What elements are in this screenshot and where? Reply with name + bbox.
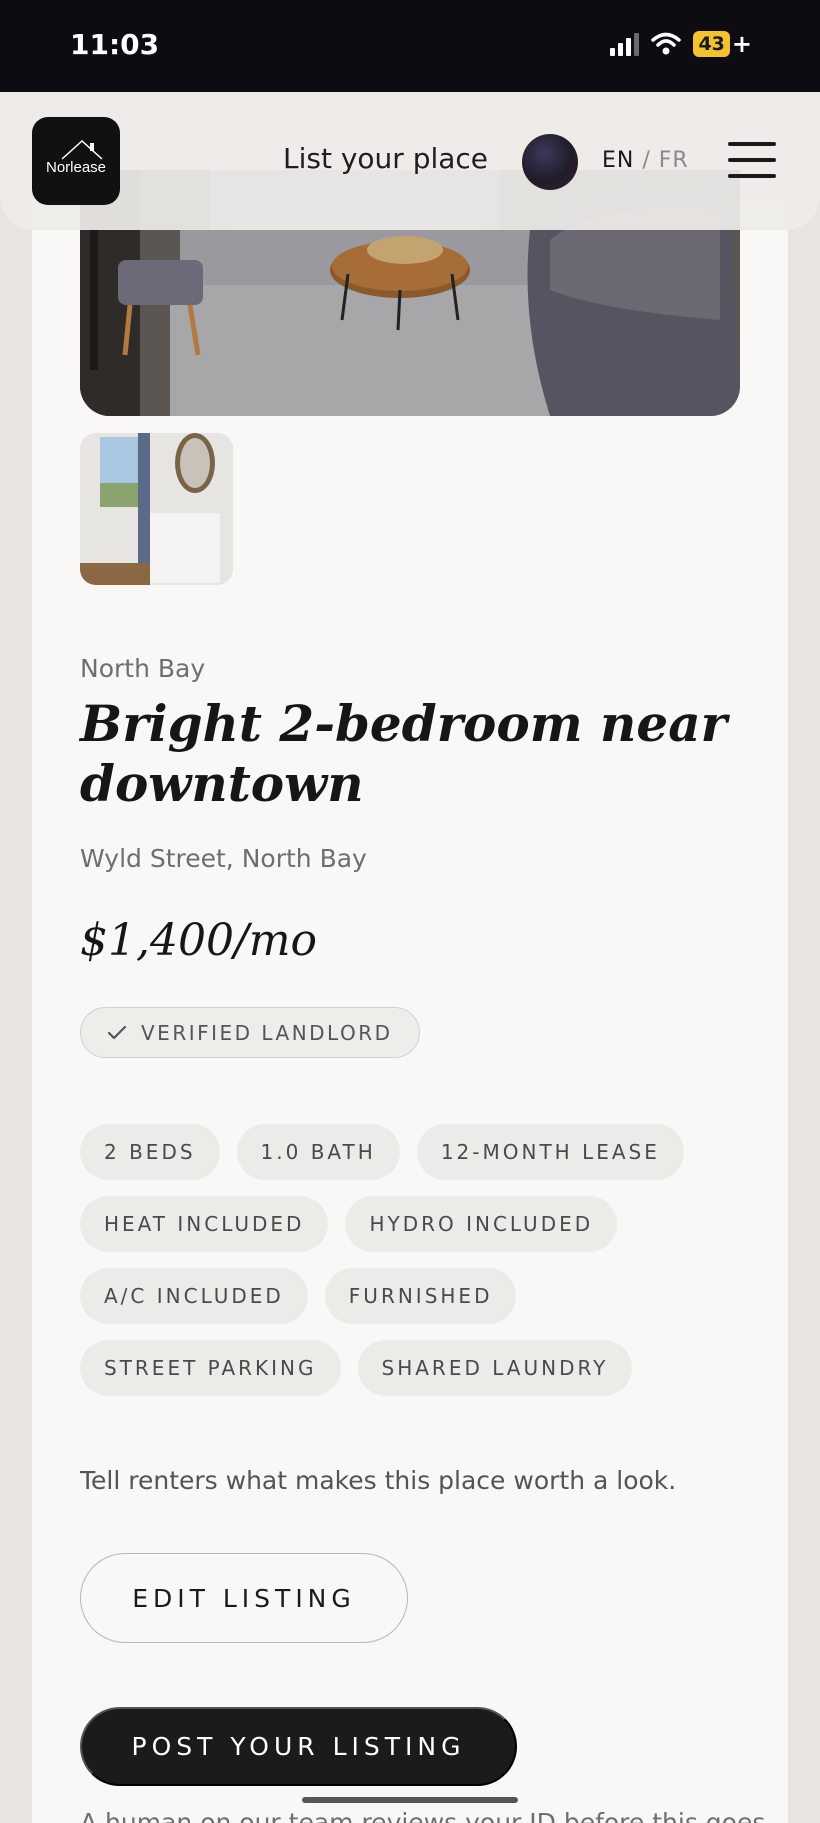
site-logo[interactable]: Norlease xyxy=(32,117,120,205)
user-avatar[interactable] xyxy=(522,134,578,190)
review-note: A human on our team reviews your ID befo… xyxy=(80,1808,766,1823)
cellular-signal-icon xyxy=(610,32,640,56)
feature-chip: 12-MONTH LEASE xyxy=(416,1124,684,1180)
language-switcher: EN / FR xyxy=(602,148,689,173)
listing-location: North Bay xyxy=(80,654,206,683)
feature-chip: SHARED LAUNDRY xyxy=(357,1340,633,1396)
feature-chip: STREET PARKING xyxy=(80,1340,341,1396)
status-icons: 43 + xyxy=(610,30,752,58)
listing-address: Wyld Street, North Bay xyxy=(80,844,367,873)
logo-text: Norlease xyxy=(45,158,107,176)
hamburger-menu-icon[interactable] xyxy=(728,142,776,178)
list-your-place-link[interactable]: List your place xyxy=(283,142,488,175)
feature-chips: 2 BEDS 1.0 BATH 12-MONTH LEASE HEAT INCL… xyxy=(80,1124,740,1396)
site-header: Norlease List your place EN / FR xyxy=(0,92,820,230)
listing-title: Bright 2-bedroom near downtown xyxy=(80,694,727,813)
feature-chip: 2 BEDS xyxy=(80,1124,220,1180)
feature-chip: HYDRO INCLUDED xyxy=(345,1196,618,1252)
lang-en[interactable]: EN xyxy=(602,148,634,173)
feature-chip: A/C INCLUDED xyxy=(80,1268,308,1324)
charging-icon: + xyxy=(731,30,752,58)
wifi-icon xyxy=(651,32,682,55)
checkmark-icon xyxy=(107,1025,127,1039)
edit-listing-button[interactable]: EDIT LISTING xyxy=(80,1553,408,1643)
verified-badge-label: VERIFIED LANDLORD xyxy=(141,1020,393,1045)
post-listing-button[interactable]: POST YOUR LISTING xyxy=(80,1707,517,1786)
home-indicator[interactable] xyxy=(302,1797,518,1803)
lang-fr[interactable]: FR xyxy=(659,148,689,173)
verified-badge: VERIFIED LANDLORD xyxy=(80,1007,420,1058)
photo-thumbnail[interactable] xyxy=(80,433,233,585)
house-roof-icon xyxy=(61,139,103,160)
description-placeholder: Tell renters what makes this place worth… xyxy=(80,1466,677,1495)
listing-price: $1,400/mo xyxy=(80,915,317,966)
battery-indicator: 43 xyxy=(693,31,730,57)
thumbnail-image xyxy=(80,433,233,585)
status-bar: 11:03 43 + xyxy=(0,0,820,92)
feature-chip: HEAT INCLUDED xyxy=(80,1196,329,1252)
status-time: 11:03 xyxy=(70,28,160,61)
lang-separator: / xyxy=(642,148,651,173)
feature-chip: 1.0 BATH xyxy=(236,1124,400,1180)
feature-chip: FURNISHED xyxy=(324,1268,517,1324)
